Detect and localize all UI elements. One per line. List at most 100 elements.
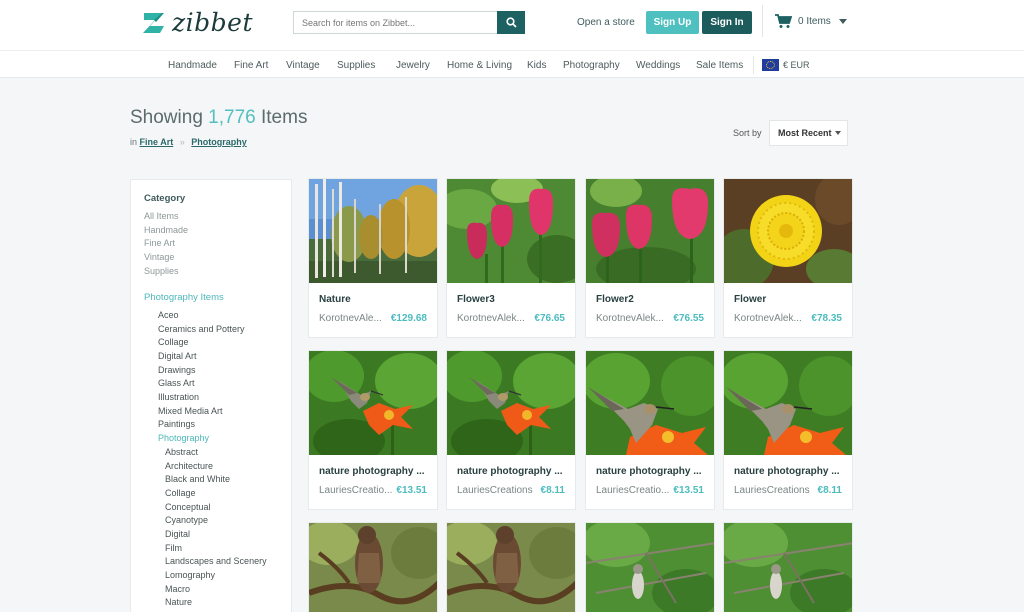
product-photo-hawk[interactable] (447, 523, 576, 612)
category-handmade[interactable]: Handmade (144, 225, 188, 235)
product-card[interactable]: Nature KorotnevAle... €129.68 (308, 178, 438, 338)
product-seller[interactable]: LauriesCreatio... (596, 485, 674, 496)
nav-item-sale-items[interactable]: Sale Items (696, 60, 743, 71)
subcat-ceramics-pottery[interactable]: Ceramics and Pottery (158, 324, 245, 334)
nav-item-jewelry[interactable]: Jewelry (396, 60, 430, 71)
product-photo-hummingbird-closeup[interactable] (724, 351, 853, 455)
subsub-macro[interactable]: Macro (165, 584, 190, 594)
product-seller[interactable]: LauriesCreatio... (319, 485, 397, 496)
nav-item-vintage[interactable]: Vintage (286, 60, 320, 71)
sort-dropdown[interactable]: Most Recent (769, 120, 848, 146)
product-card[interactable]: nature photography ... LauriesCreatio...… (585, 350, 715, 510)
nav-item-fine-art[interactable]: Fine Art (234, 60, 268, 71)
subsub-conceptual[interactable]: Conceptual (165, 502, 211, 512)
search-input[interactable] (294, 12, 496, 33)
product-seller[interactable]: LauriesCreations (457, 485, 537, 496)
product-card[interactable]: nature photography ... LauriesCreations … (723, 350, 853, 510)
subcat-paintings[interactable]: Paintings (158, 419, 195, 429)
nav-item-handmade[interactable]: Handmade (168, 60, 217, 71)
category-all-items[interactable]: All Items (144, 211, 179, 221)
product-price: €76.65 (534, 313, 565, 324)
showing-prefix: Showing (130, 107, 203, 128)
product-card[interactable]: nature photography ... LauriesCreations … (446, 350, 576, 510)
subcat-drawings[interactable]: Drawings (158, 365, 196, 375)
cart-button[interactable]: 0 Items (774, 13, 847, 29)
product-seller[interactable]: LauriesCreations (734, 485, 814, 496)
search-button[interactable] (497, 11, 525, 34)
category-vintage[interactable]: Vintage (144, 252, 174, 262)
product-photo-tulips[interactable] (447, 179, 576, 283)
breadcrumb-in: in (130, 137, 138, 147)
nav-divider (753, 56, 754, 74)
nav-item-home-living[interactable]: Home & Living (447, 60, 512, 71)
subsub-film[interactable]: Film (165, 543, 182, 553)
product-price: €8.11 (817, 485, 842, 496)
filter-sidebar: Category All Items Handmade Fine Art Vin… (130, 179, 292, 612)
sort-label: Sort by (733, 128, 762, 138)
product-card[interactable] (446, 522, 576, 612)
product-photo-dandelion[interactable] (724, 179, 853, 283)
product-photo-birch-forest[interactable] (309, 179, 438, 283)
product-card[interactable]: nature photography ... LauriesCreatio...… (308, 350, 438, 510)
currency-selector[interactable]: € EUR (762, 59, 810, 71)
product-photo-hummingbird[interactable] (309, 351, 438, 455)
product-price: €129.68 (390, 313, 427, 324)
product-photo-hummingbird-closeup[interactable] (586, 351, 715, 455)
product-title[interactable]: Flower3 (457, 294, 569, 305)
subsub-abstract[interactable]: Abstract (165, 447, 198, 457)
nav-item-photography[interactable]: Photography (563, 60, 620, 71)
product-card[interactable] (308, 522, 438, 612)
subsub-collage[interactable]: Collage (165, 488, 196, 498)
photography-items-heading[interactable]: Photography Items (144, 292, 224, 303)
product-photo-hawk[interactable] (309, 523, 438, 612)
product-title[interactable]: nature photography ... (457, 466, 569, 477)
product-seller[interactable]: KorotnevAlek... (734, 313, 804, 324)
subcat-photography[interactable]: Photography (158, 433, 209, 443)
nav-item-kids[interactable]: Kids (527, 60, 546, 71)
product-photo-tulips-2[interactable] (586, 179, 715, 283)
subsub-architecture[interactable]: Architecture (165, 461, 213, 471)
nav-item-weddings[interactable]: Weddings (636, 60, 680, 71)
product-photo-bird-branch[interactable] (724, 523, 853, 612)
subcat-illustration[interactable]: Illustration (158, 392, 199, 402)
subsub-black-and-white[interactable]: Black and White (165, 474, 230, 484)
zibbet-logo-icon (143, 12, 164, 33)
search-icon (505, 17, 517, 28)
product-seller[interactable]: KorotnevAlek... (457, 313, 527, 324)
subsub-nature[interactable]: Nature (165, 597, 192, 607)
product-seller[interactable]: KorotnevAle... (319, 313, 389, 324)
subsub-digital[interactable]: Digital (165, 529, 190, 539)
subcat-collage[interactable]: Collage (158, 337, 189, 347)
subcat-aceo[interactable]: Aceo (158, 310, 179, 320)
product-photo-hummingbird[interactable] (447, 351, 576, 455)
nav-item-supplies[interactable]: Supplies (337, 60, 375, 71)
subsub-lomography[interactable]: Lomography (165, 570, 215, 580)
subsub-cyanotype[interactable]: Cyanotype (165, 515, 208, 525)
subsub-landscapes-scenery[interactable]: Landscapes and Scenery (165, 556, 267, 566)
open-store-link[interactable]: Open a store (577, 17, 635, 28)
breadcrumb-fine-art[interactable]: Fine Art (140, 137, 174, 147)
subcat-mixed-media-art[interactable]: Mixed Media Art (158, 406, 223, 416)
product-title[interactable]: nature photography ... (319, 466, 431, 477)
category-fine-art[interactable]: Fine Art (144, 238, 175, 248)
category-supplies[interactable]: Supplies (144, 266, 179, 276)
product-card[interactable] (585, 522, 715, 612)
sign-up-button[interactable]: Sign Up (646, 11, 699, 34)
product-photo-bird-branch[interactable] (586, 523, 715, 612)
subcat-digital-art[interactable]: Digital Art (158, 351, 197, 361)
product-title[interactable]: Flower2 (596, 294, 708, 305)
product-card[interactable]: Flower KorotnevAlek... €78.35 (723, 178, 853, 338)
product-card[interactable]: Flower2 KorotnevAlek... €76.55 (585, 178, 715, 338)
product-title[interactable]: Flower (734, 294, 846, 305)
breadcrumb-photography[interactable]: Photography (191, 137, 247, 147)
zibbet-logo[interactable]: zibbet (140, 8, 253, 37)
subcat-glass-art[interactable]: Glass Art (158, 378, 195, 388)
product-title[interactable]: nature photography ... (596, 466, 708, 477)
product-card[interactable]: Flower3 KorotnevAlek... €76.65 (446, 178, 576, 338)
sort-value: Most Recent (778, 128, 832, 138)
product-card[interactable] (723, 522, 853, 612)
product-title[interactable]: nature photography ... (734, 466, 846, 477)
product-seller[interactable]: KorotnevAlek... (596, 313, 666, 324)
product-title[interactable]: Nature (319, 294, 431, 305)
sign-in-button[interactable]: Sign In (702, 11, 752, 34)
